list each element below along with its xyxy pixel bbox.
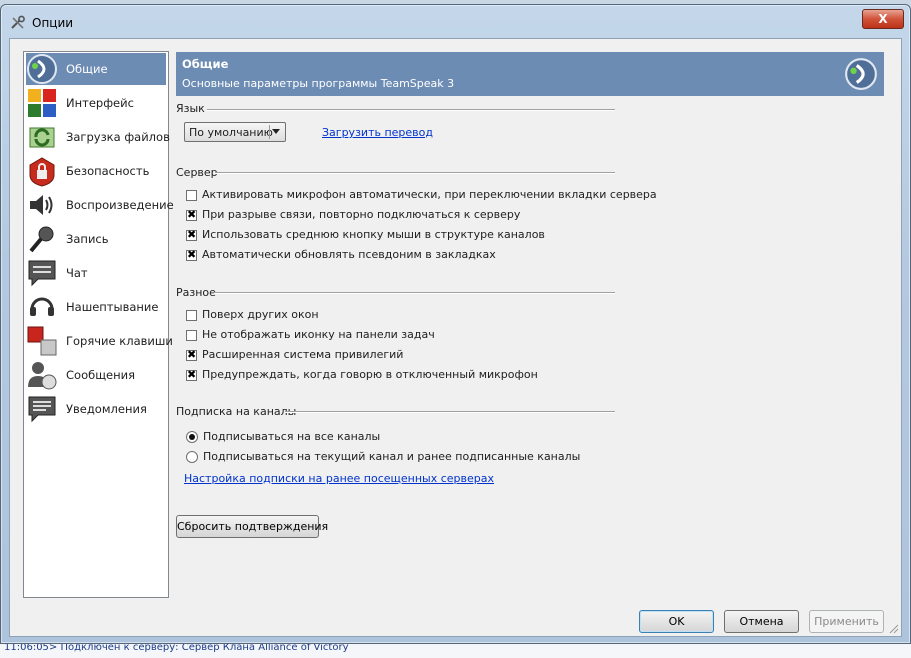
microphone-icon bbox=[29, 226, 54, 253]
subscription-settings-link[interactable]: Настройка подписки на ранее посещенных с… bbox=[184, 472, 494, 485]
advanced-permissions-checkbox[interactable] bbox=[186, 348, 197, 361]
group-divider bbox=[215, 172, 615, 174]
always-on-top-checkbox[interactable] bbox=[186, 310, 197, 321]
always-on-top-label: Поверх других окон bbox=[202, 308, 319, 321]
nav-item-hotkeys[interactable]: Горячие клавиши bbox=[26, 325, 173, 357]
auto-activate-mic-label: Активировать микрофон автоматически, при… bbox=[202, 188, 657, 201]
dialog-body: Общие Интерфейс Загрузка файлов Безопасн… bbox=[9, 38, 902, 637]
hide-taskbar-icon-label: Не отображать иконку на панели задач bbox=[202, 328, 435, 341]
hotkeys-icon bbox=[27, 326, 57, 356]
auto-reconnect-checkbox[interactable] bbox=[186, 208, 197, 221]
nav-item-security[interactable]: Безопасность bbox=[26, 155, 166, 187]
nav-item-whisper[interactable]: Нашептывание bbox=[26, 291, 166, 323]
muted-mic-warning-label: Предупреждать, когда говорю в отключенны… bbox=[202, 368, 538, 381]
reset-confirmations-button[interactable]: Сбросить подтверждения bbox=[176, 515, 328, 538]
nav-item-label: Интерфейс bbox=[66, 96, 134, 110]
teamspeak-logo-icon bbox=[845, 58, 877, 90]
nav-item-capture[interactable]: Запись bbox=[26, 223, 166, 255]
nav-item-label: Общие bbox=[66, 62, 108, 76]
file-transfer-icon bbox=[29, 127, 55, 148]
apply-button[interactable]: Применить bbox=[809, 610, 884, 633]
resize-grip-icon[interactable] bbox=[887, 622, 899, 634]
language-select-value: По умолчанию bbox=[189, 126, 273, 139]
close-button[interactable]: X bbox=[862, 9, 904, 29]
security-lock-icon bbox=[29, 157, 55, 187]
cancel-button[interactable]: Отмена bbox=[724, 610, 799, 633]
nav-item-label: Запись bbox=[66, 232, 109, 246]
subscription-group-title: Подписка на каналы bbox=[176, 405, 297, 418]
ok-button[interactable]: OK bbox=[639, 610, 714, 633]
nav-item-chat[interactable]: Чат bbox=[26, 257, 166, 289]
wrench-icon bbox=[11, 15, 25, 29]
nav-item-label: Нашептывание bbox=[66, 300, 159, 314]
nav-item-label: Загрузка файлов bbox=[66, 130, 170, 144]
nav-item-file-transfer[interactable]: Загрузка файлов bbox=[26, 121, 170, 153]
page-header: Общие Основные параметры программы TeamS… bbox=[176, 52, 884, 96]
language-group-title: Язык bbox=[176, 102, 205, 115]
close-icon: X bbox=[878, 12, 888, 26]
nav-item-notifications[interactable]: Уведомления bbox=[26, 393, 166, 425]
middle-click-channel-label: Использовать среднюю кнопку мыши в струк… bbox=[202, 228, 545, 241]
nav-item-label: Воспроизведение bbox=[66, 198, 174, 212]
muted-mic-warning-checkbox[interactable] bbox=[186, 368, 197, 381]
update-nickname-bookmarks-label: Автоматически обновлять псевдоним в закл… bbox=[202, 248, 496, 261]
misc-group-title: Разное bbox=[176, 286, 216, 299]
nav-item-messages[interactable]: Сообщения bbox=[26, 359, 166, 391]
group-divider bbox=[285, 411, 615, 413]
auto-activate-mic-checkbox[interactable] bbox=[186, 190, 197, 201]
page-subtitle: Основные параметры программы TeamSpeak 3 bbox=[182, 77, 455, 90]
title-bar[interactable]: Опции X bbox=[1, 5, 910, 41]
advanced-permissions-label: Расширенная система привилегий bbox=[202, 348, 404, 361]
headset-icon bbox=[30, 297, 54, 316]
nav-item-label: Сообщения bbox=[66, 368, 136, 382]
nav-item-label: Чат bbox=[66, 266, 88, 280]
subscribe-current-label: Подписываться на текущий канал и ранее п… bbox=[203, 450, 581, 463]
chat-bubble-icon bbox=[28, 260, 56, 287]
speaker-icon bbox=[30, 195, 53, 215]
subscribe-current-radio[interactable] bbox=[186, 451, 198, 463]
middle-click-channel-checkbox[interactable] bbox=[186, 228, 197, 241]
subscribe-all-label: Подписываться на все каналы bbox=[203, 430, 381, 443]
chevron-down-icon bbox=[272, 129, 280, 134]
page-title: Общие bbox=[182, 57, 229, 71]
messages-user-icon bbox=[28, 362, 57, 390]
options-category-list: Общие Интерфейс Загрузка файлов Безопасн… bbox=[23, 51, 174, 598]
group-divider bbox=[207, 109, 615, 111]
interface-tiles-icon bbox=[28, 89, 56, 117]
subscribe-all-radio[interactable] bbox=[186, 431, 198, 443]
nav-item-interface[interactable]: Интерфейс bbox=[26, 87, 166, 119]
hide-taskbar-icon-checkbox[interactable] bbox=[186, 330, 197, 341]
server-group-title: Сервер bbox=[176, 166, 218, 179]
nav-item-label: Уведомления bbox=[66, 402, 147, 416]
download-translation-link[interactable]: Загрузить перевод bbox=[322, 126, 433, 139]
nav-item-label: Безопасность bbox=[66, 164, 150, 178]
update-nickname-bookmarks-checkbox[interactable] bbox=[186, 248, 197, 261]
nav-item-general[interactable]: Общие bbox=[26, 53, 166, 85]
auto-reconnect-label: При разрыве связи, повторно подключаться… bbox=[202, 208, 521, 221]
window-title: Опции bbox=[32, 16, 74, 30]
options-dialog: Опции X Общие Интерфейс Загрузка файлов … bbox=[0, 4, 911, 644]
language-select[interactable]: По умолчанию bbox=[184, 122, 286, 142]
nav-item-playback[interactable]: Воспроизведение bbox=[26, 189, 174, 221]
notification-bubble-icon bbox=[28, 396, 56, 423]
teamspeak-logo-icon bbox=[27, 54, 57, 84]
group-divider bbox=[214, 292, 615, 294]
nav-item-label: Горячие клавиши bbox=[66, 334, 173, 348]
combo-separator bbox=[269, 125, 270, 139]
